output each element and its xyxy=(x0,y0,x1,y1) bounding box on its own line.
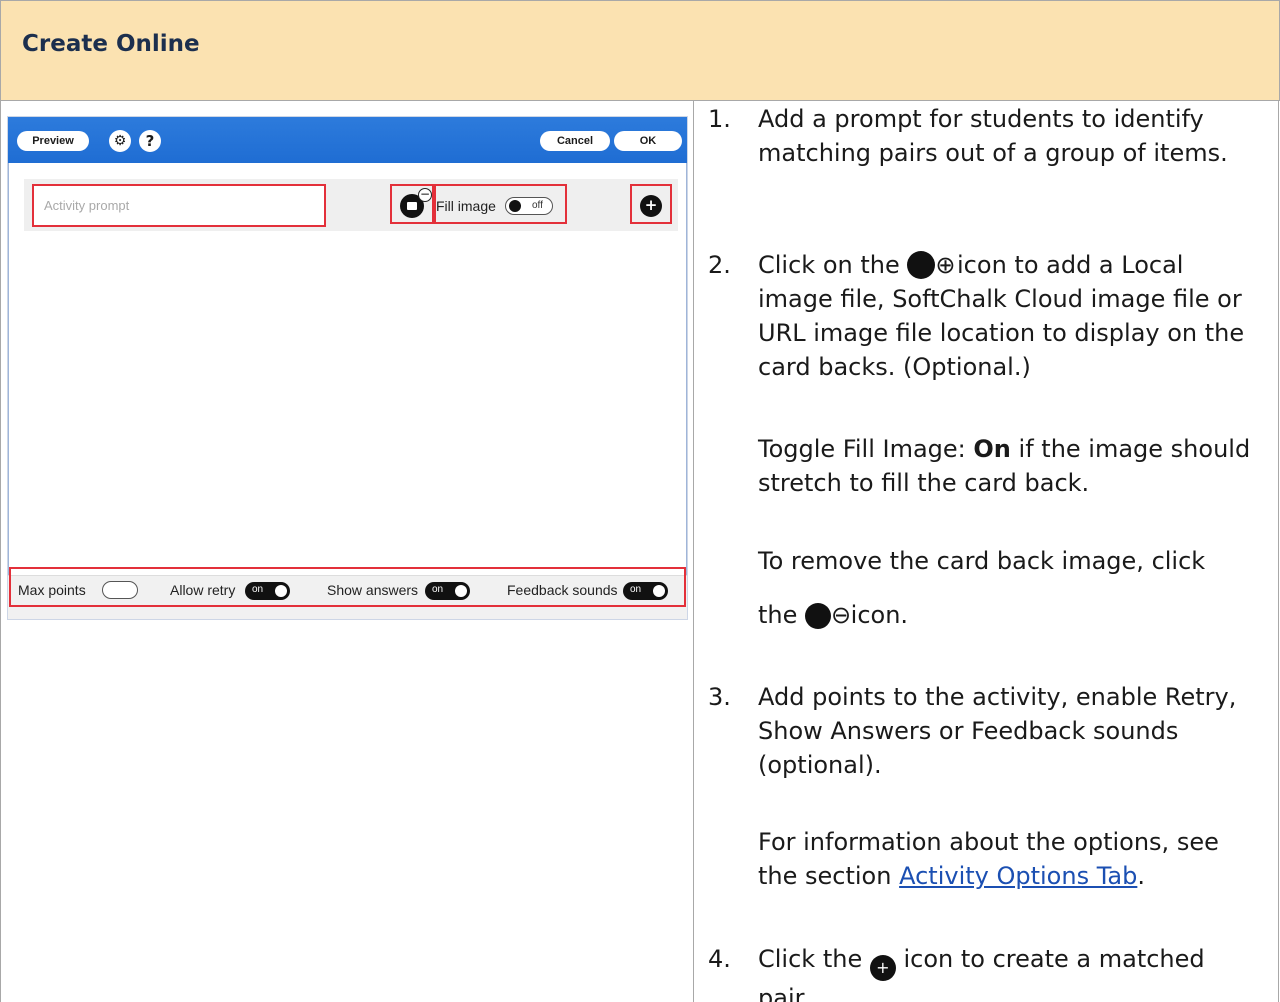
editor-border-left xyxy=(8,163,9,575)
editor-screenshot: Preview ⚙ ? Cancel OK Activity prompt − … xyxy=(7,116,688,620)
step-number: 3. xyxy=(708,683,731,711)
remove-note-c: icon. xyxy=(850,601,909,629)
image-icon-highlight xyxy=(390,184,436,224)
options-highlight xyxy=(9,567,686,607)
activity-options-tab-link[interactable]: Activity Options Tab xyxy=(899,862,1137,890)
add-pair-highlight xyxy=(630,184,672,224)
table-border-middle xyxy=(693,101,694,1002)
fill-image-highlight xyxy=(432,184,567,224)
remove-note-line2: the ⊖ icon. xyxy=(758,598,1263,632)
editor-toolbar: Preview ⚙ ? Cancel OK xyxy=(8,117,687,163)
step-number: 2. xyxy=(708,251,731,279)
minus-badge-icon: ⊖ xyxy=(831,601,852,629)
step-number: 4. xyxy=(708,945,731,973)
editor-border-right xyxy=(686,163,687,575)
step-text: Toggle Fill Image: On if the image shoul… xyxy=(758,432,1263,500)
gear-icon[interactable]: ⚙ xyxy=(109,130,131,152)
table-border-left xyxy=(0,101,1,1002)
help-icon[interactable]: ? xyxy=(139,130,161,152)
step-text: Add a prompt for students to identify ma… xyxy=(758,105,1228,167)
section-title: Create Online xyxy=(22,31,200,57)
preview-button[interactable]: Preview xyxy=(17,131,89,151)
image-remove-icon xyxy=(805,603,832,629)
image-add-icon xyxy=(907,251,936,279)
table-border-right xyxy=(1278,101,1279,1002)
toggle-note-a: Toggle Fill Image: xyxy=(758,435,966,463)
step-text: For information about the options, see t… xyxy=(758,825,1263,893)
plus-icon: + xyxy=(869,955,896,981)
toggle-note-on: On xyxy=(973,435,1011,463)
remove-note-a: To remove the card back image, click xyxy=(758,547,1206,575)
step-4-text-a: Click the xyxy=(758,945,863,973)
prompt-highlight xyxy=(32,184,326,227)
cancel-button[interactable]: Cancel xyxy=(540,131,610,151)
section-header: Create Online xyxy=(0,0,1280,101)
step-text: Add points to the activity, enable Retry… xyxy=(758,683,1237,779)
info-period: . xyxy=(1137,862,1145,890)
plus-badge-icon: ⊕ xyxy=(935,251,956,279)
step-text: Click on the ⊕ icon to add a Local image… xyxy=(758,248,1263,384)
remove-note-b: the xyxy=(758,601,798,629)
step-text: To remove the card back image, click the… xyxy=(758,544,1263,632)
step-2-text-a: Click on the xyxy=(758,251,900,279)
ok-button[interactable]: OK xyxy=(614,131,682,151)
step-text: Click the + icon to create a matched pai… xyxy=(758,942,1263,1002)
step-number: 1. xyxy=(708,105,731,133)
